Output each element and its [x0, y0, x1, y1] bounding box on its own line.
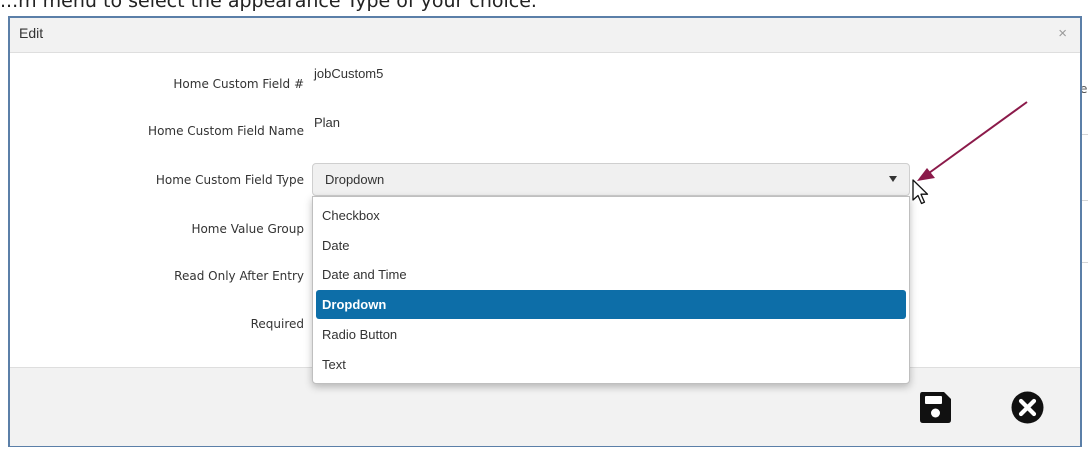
option-radio-button[interactable]: Radio Button [316, 320, 906, 349]
floppy-disk-icon[interactable] [918, 390, 953, 425]
annotation-arrow [917, 101, 1028, 181]
option-date-and-time[interactable]: Date and Time [316, 260, 906, 289]
option-text[interactable]: Text [316, 350, 906, 379]
field-type-label: Home Custom Field Type [155, 173, 304, 187]
close-icon[interactable]: × [1058, 26, 1067, 41]
field-type-dropdown: Checkbox Date Date and Time Dropdown Rad… [312, 196, 910, 384]
modal-title: Edit [19, 25, 44, 41]
value-group-label: Home Value Group [191, 222, 304, 236]
field-number-label: Home Custom Field # [173, 77, 304, 91]
field-number-value: jobCustom5 [314, 66, 384, 81]
modal-header: Edit × [10, 18, 1080, 53]
field-name-label: Home Custom Field Name [148, 124, 304, 138]
option-dropdown[interactable]: Dropdown [316, 290, 906, 319]
stage: ...m menu to select the appearance Type … [0, 0, 1088, 449]
edit-modal: Edit × Home Custom Field # jobCustom5 Ho… [8, 16, 1082, 447]
select-value: Dropdown [325, 172, 385, 187]
mouse-cursor-icon [912, 179, 929, 205]
background-caption: ...m menu to select the appearance Type … [0, 0, 537, 12]
option-date[interactable]: Date [316, 231, 906, 260]
caret-down-icon [889, 176, 897, 182]
circle-x-icon[interactable] [1010, 390, 1045, 425]
read-only-label: Read Only After Entry [174, 269, 304, 283]
option-checkbox[interactable]: Checkbox [316, 201, 906, 230]
field-name-value: Plan [314, 115, 341, 130]
required-label: Required [250, 317, 304, 331]
field-type-select[interactable]: Dropdown [312, 163, 910, 196]
